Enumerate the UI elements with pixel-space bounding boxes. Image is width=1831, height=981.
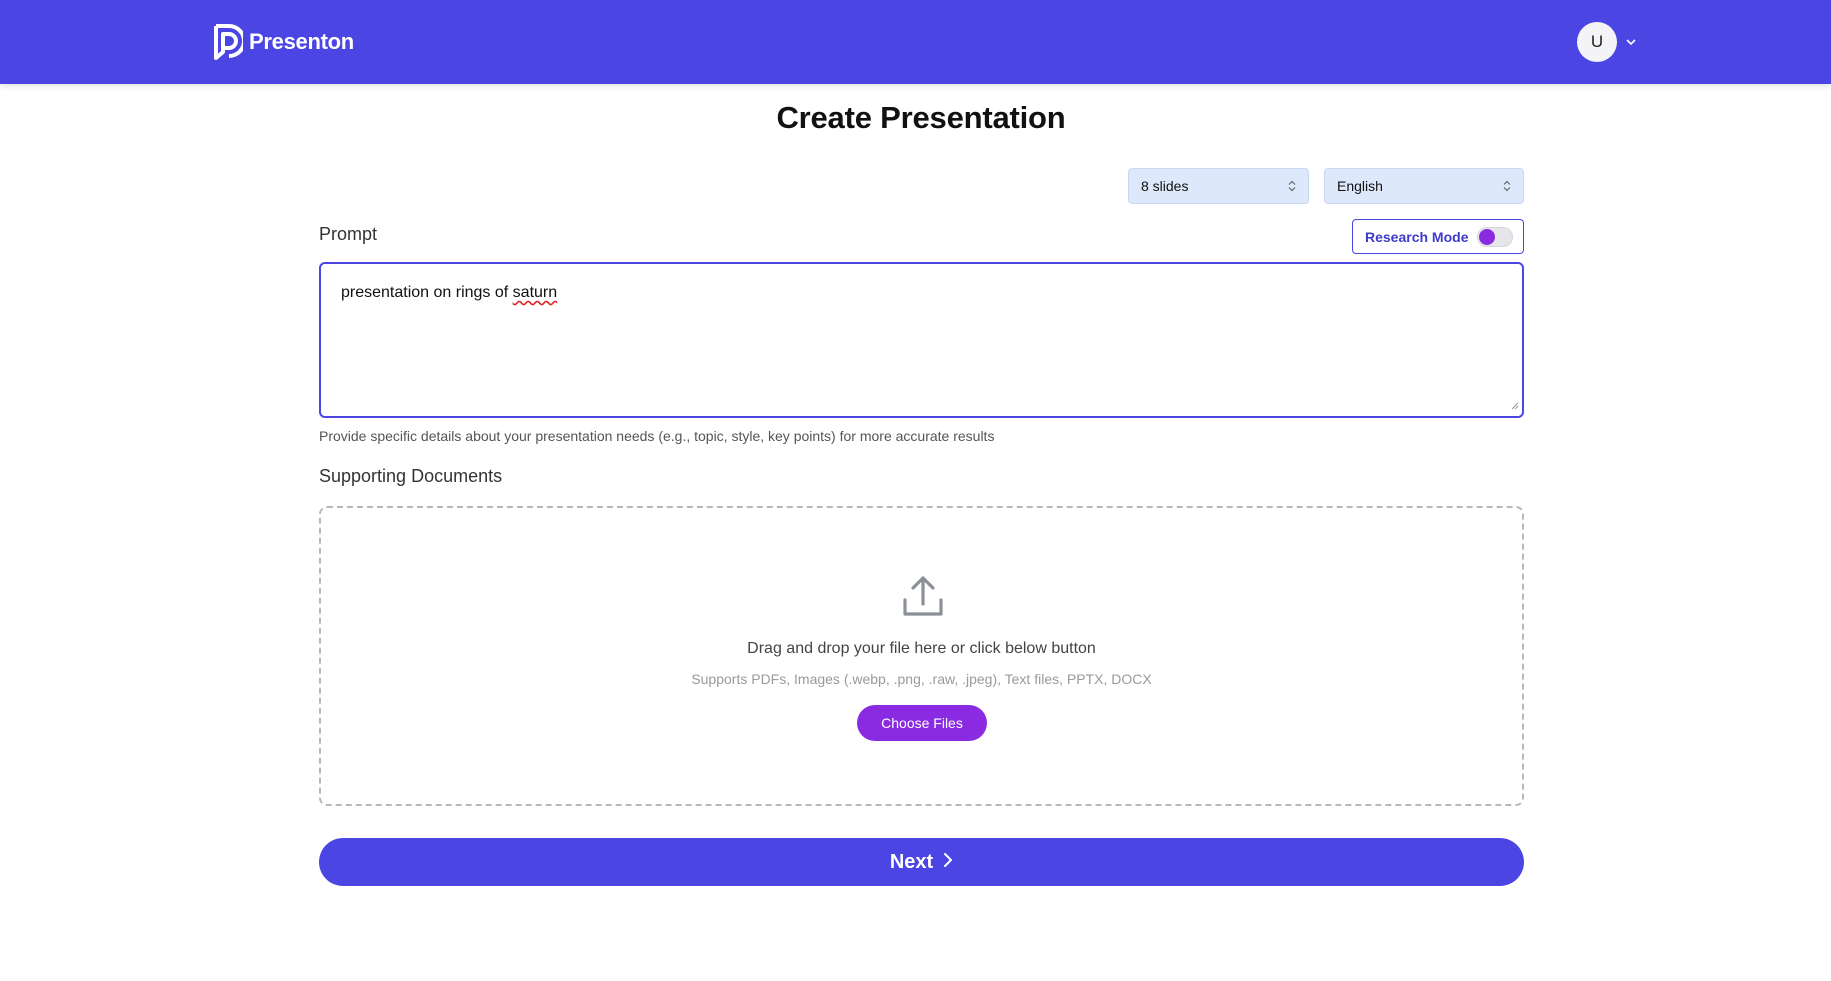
top-header: Presenton U — [0, 0, 1831, 84]
avatar[interactable]: U — [1577, 22, 1617, 62]
sort-arrows-icon — [1503, 180, 1511, 193]
sort-arrows-icon — [1288, 180, 1296, 193]
prompt-text: presentation on rings of — [341, 284, 513, 301]
chevron-down-icon[interactable] — [1625, 38, 1637, 46]
file-dropzone[interactable]: Drag and drop your file here or click be… — [319, 506, 1524, 806]
language-select[interactable]: English — [1324, 168, 1524, 204]
user-menu[interactable]: U — [1577, 22, 1637, 62]
choose-files-button[interactable]: Choose Files — [857, 705, 987, 741]
upload-icon — [901, 574, 945, 623]
resize-handle-icon[interactable] — [1510, 401, 1519, 413]
brand-name: Presenton — [249, 29, 354, 54]
slide-count-value: 8 slides — [1141, 178, 1189, 194]
next-button-label: Next — [889, 850, 934, 873]
prompt-text-misspelled: saturn — [512, 284, 558, 301]
language-value: English — [1337, 178, 1383, 194]
research-mode-toggle[interactable]: Research Mode — [1352, 219, 1524, 254]
next-button[interactable]: Next — [319, 838, 1524, 886]
page: Presenton U Create Presentation 8 slides… — [0, 0, 1831, 981]
toggle-switch[interactable] — [1477, 226, 1513, 247]
prompt-hint: Provide specific details about your pres… — [319, 428, 995, 444]
toggle-knob — [1479, 228, 1495, 245]
brand-logo[interactable]: Presenton — [213, 24, 354, 60]
dropzone-supported-types: Supports PDFs, Images (.webp, .png, .raw… — [691, 671, 1152, 687]
slide-count-select[interactable]: 8 slides — [1128, 168, 1309, 204]
prompt-label: Prompt — [319, 224, 378, 244]
prompt-textarea[interactable]: presentation on rings of saturn — [319, 262, 1524, 418]
page-title: Create Presentation — [776, 100, 1066, 135]
supporting-docs-label: Supporting Documents — [319, 466, 503, 486]
dropzone-main-text: Drag and drop your file here or click be… — [747, 640, 1096, 657]
presenton-logo-icon — [214, 24, 243, 60]
research-mode-label: Research Mode — [1365, 228, 1469, 245]
chevron-right-icon — [943, 851, 953, 874]
